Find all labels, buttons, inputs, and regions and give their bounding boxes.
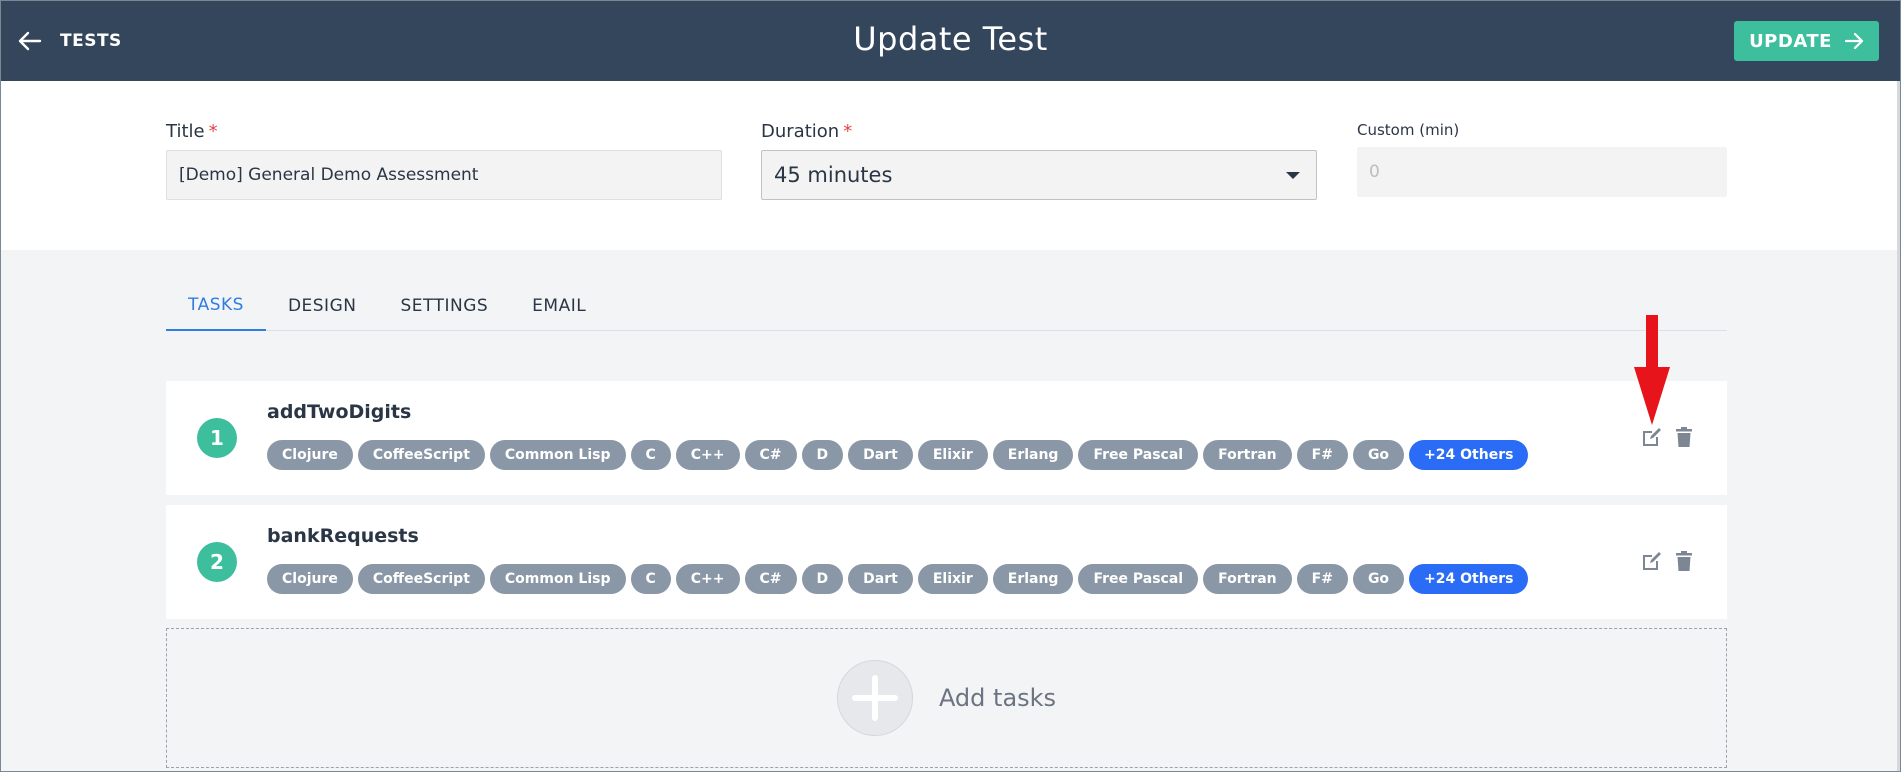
language-tag: Clojure [267,440,353,470]
trash-icon[interactable] [1673,550,1695,572]
language-tag: Elixir [917,440,988,470]
test-settings-form: Title * [Demo] General Demo Assessment Du… [0,81,1901,250]
title-input[interactable]: [Demo] General Demo Assessment [166,150,722,200]
task-card[interactable]: 1 addTwoDigits Clojure CoffeeScript Comm… [166,381,1727,495]
more-languages-badge[interactable]: +24 Others [1409,440,1529,470]
language-tag: Go [1352,440,1405,470]
task-card[interactable]: 2 bankRequests Clojure CoffeeScript Comm… [166,505,1727,619]
task-name: addTwoDigits [267,401,412,423]
task-actions [1641,426,1695,448]
tab-bar: TASKS DESIGN SETTINGS EMAIL [166,280,1727,331]
language-tag: F# [1296,440,1348,470]
task-number-badge: 1 [197,418,237,458]
tab-email[interactable]: EMAIL [510,280,608,331]
language-tag: D [801,564,844,594]
duration-label: Duration * [761,121,853,142]
custom-minutes-label: Custom (min) [1357,121,1460,139]
language-tag: Fortran [1203,564,1292,594]
tab-tasks[interactable]: TASKS [166,280,266,331]
language-tags: Clojure CoffeeScript Common Lisp C C++ C… [267,564,1529,594]
language-tag: C++ [675,440,740,470]
language-tag: Common Lisp [489,440,626,470]
language-tag: C++ [675,564,740,594]
language-tag: C# [744,564,797,594]
language-tag: Free Pascal [1078,564,1199,594]
tab-design[interactable]: DESIGN [266,280,379,331]
top-bar: TESTS Update Test UPDATE [0,0,1901,81]
update-button[interactable]: UPDATE [1734,21,1879,61]
task-actions [1641,550,1695,572]
duration-value: 45 minutes [774,163,893,187]
language-tag: Fortran [1203,440,1292,470]
caret-down-icon [1286,171,1300,179]
duration-select[interactable]: 45 minutes [761,150,1317,200]
language-tag: Free Pascal [1078,440,1199,470]
language-tag: Dart [848,564,913,594]
language-tag: Erlang [992,564,1074,594]
update-button-label: UPDATE [1749,30,1832,52]
add-tasks-label: Add tasks [938,684,1057,712]
language-tag: CoffeeScript [357,564,485,594]
annotation-arrow-icon [1634,315,1670,425]
plus-icon [836,660,913,736]
language-tag: Elixir [917,564,988,594]
edit-icon[interactable] [1641,550,1663,572]
language-tag: D [801,440,844,470]
language-tag: CoffeeScript [357,440,485,470]
language-tag: F# [1296,564,1348,594]
trash-icon[interactable] [1673,426,1695,448]
language-tag: C# [744,440,797,470]
task-name: bankRequests [267,525,419,547]
tab-settings[interactable]: SETTINGS [378,280,510,331]
language-tag: Dart [848,440,913,470]
language-tag: Common Lisp [489,564,626,594]
add-tasks-button[interactable]: Add tasks [166,628,1727,768]
more-languages-badge[interactable]: +24 Others [1409,564,1529,594]
required-mark: * [843,121,853,142]
required-mark: * [208,121,218,142]
language-tag: Erlang [992,440,1074,470]
language-tag: C [630,564,671,594]
language-tag: Clojure [267,564,353,594]
custom-minutes-input[interactable]: 0 [1357,147,1727,197]
edit-icon[interactable] [1641,426,1663,448]
scrollbar[interactable] [1897,81,1900,771]
language-tag: C [630,440,671,470]
language-tag: Go [1352,564,1405,594]
arrow-right-icon [1844,32,1864,50]
language-tags: Clojure CoffeeScript Common Lisp C C++ C… [267,440,1529,470]
page-title: Update Test [853,20,1048,58]
task-number-badge: 2 [197,542,237,582]
title-label: Title * [166,121,218,142]
